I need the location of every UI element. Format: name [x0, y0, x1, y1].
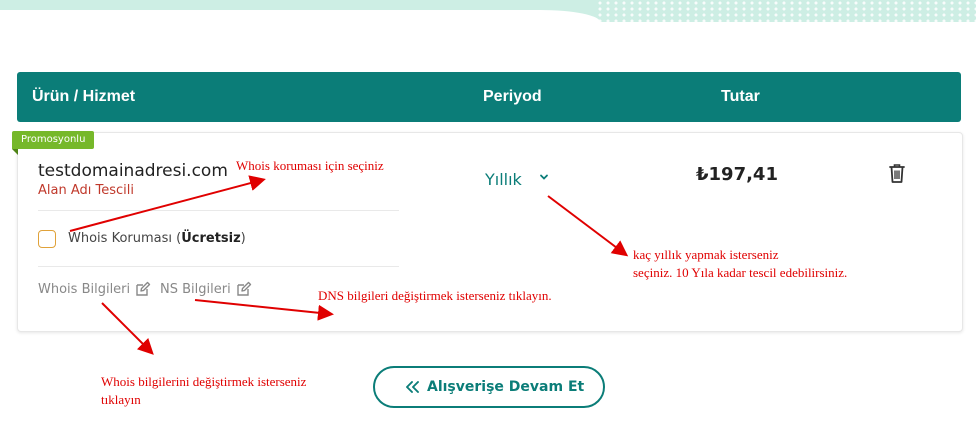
header-product: Ürün / Hizmet — [32, 88, 136, 105]
period-value: Yıllık — [485, 170, 522, 189]
period-select[interactable]: Yıllık — [485, 170, 548, 189]
whois-protection-label: Whois Koruması (Ücretsiz) — [68, 231, 246, 246]
product-type: Alan Adı Tescili — [38, 183, 134, 198]
edit-icon[interactable] — [135, 281, 151, 297]
cart-table-header: Ürün / Hizmet Periyod Tutar — [17, 72, 961, 122]
header-amount: Tutar — [721, 88, 760, 105]
promo-badge: Promosyonlu — [12, 131, 95, 149]
divider — [38, 210, 399, 211]
edit-icon[interactable] — [236, 281, 252, 297]
continue-shopping-button[interactable]: Alışverişe Devam Et — [373, 366, 605, 408]
whois-info-link[interactable]: Whois Bilgileri — [38, 282, 130, 297]
annotation-whois-protection: Whois koruması için seçiniz — [236, 158, 384, 173]
top-decor-band — [0, 0, 976, 22]
whois-free-text: Ücretsiz — [181, 231, 241, 246]
ns-info-link[interactable]: NS Bilgileri — [160, 282, 231, 297]
annotation-period-line2: seçiniz. 10 Yıla kadar tescil edebilirsi… — [633, 265, 848, 280]
whois-protection-checkbox[interactable] — [38, 230, 56, 248]
domain-name: testdomainadresi.com — [38, 161, 228, 181]
chevron-down-icon — [540, 174, 548, 180]
annotation-whois-info-line2: tıklayın — [101, 392, 141, 407]
annotation-whois-info-line1: Whois bilgilerini değiştirmek isterseniz — [101, 374, 307, 389]
header-period: Periyod — [483, 88, 542, 105]
decor-dots — [596, 0, 976, 22]
continue-shopping-label: Alışverişe Devam Et — [427, 379, 585, 395]
item-price: ₺197,41 — [696, 164, 778, 185]
decor-wave — [0, 10, 600, 22]
promo-badge-fold — [12, 149, 18, 155]
trash-icon[interactable] — [886, 162, 908, 184]
double-chevron-left-icon — [406, 381, 419, 393]
annotation-dns: DNS bilgileri değiştirmek isterseniz tık… — [318, 288, 552, 303]
divider — [38, 266, 399, 267]
annotation-period-line1: kaç yıllık yapmak isterseniz — [633, 247, 779, 262]
